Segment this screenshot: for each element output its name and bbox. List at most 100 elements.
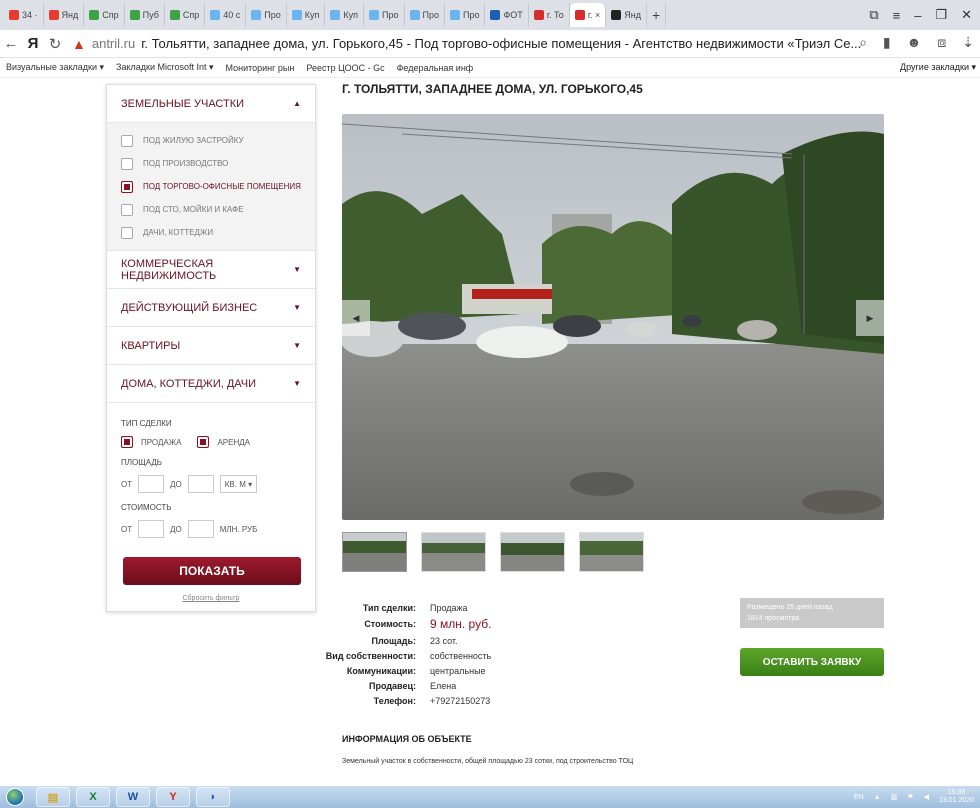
show-button[interactable]: ПОКАЗАТЬ [123, 557, 301, 585]
sale-checkbox[interactable] [121, 436, 133, 448]
volume-icon[interactable]: ◀ [924, 793, 929, 801]
minimize-icon[interactable]: – [914, 8, 921, 23]
category-section-header[interactable]: КОММЕРЧЕСКАЯ НЕДВИЖИМОСТЬ ▼ [107, 251, 315, 289]
word-taskbar-icon[interactable]: W [116, 787, 150, 807]
bookmark-item[interactable]: Визуальные закладки ▾ [6, 62, 104, 73]
browser-tab[interactable]: Янд [44, 3, 85, 27]
yandex-browser-taskbar-icon[interactable]: Y [156, 787, 190, 807]
land-option-checkbox[interactable] [121, 226, 133, 239]
land-option-checkbox[interactable] [121, 203, 133, 216]
thumbnail-1[interactable] [342, 532, 407, 572]
cost-from-input[interactable] [138, 520, 165, 538]
tab-favicon-icon [9, 10, 19, 20]
land-options: ПОД ЖИЛУЮ ЗАСТРОЙКУ ПОД ПРОИЗВОДСТВО ПОД Т… [107, 123, 315, 251]
tab-favicon-icon [449, 10, 460, 20]
land-option-checkbox[interactable] [121, 180, 133, 193]
land-option-checkbox[interactable] [121, 157, 133, 170]
download-icon[interactable]: ⇣ [962, 34, 974, 51]
address-bar-row: ← Я ↻ ▲ antril.ru г. Тольятти, западнее … [0, 30, 980, 58]
browser-tab[interactable]: Куп [325, 3, 365, 27]
language-indicator[interactable]: EN [854, 794, 864, 801]
land-option[interactable]: ПОД ПРОИЗВОДСТВО [121, 152, 301, 175]
browser-tab[interactable]: ФОТ [485, 3, 529, 27]
spec-value: собственность [430, 650, 492, 661]
browser-tab[interactable]: 34 · [4, 3, 44, 27]
bookmark-item[interactable]: Закладки Microsoft Int ▾ [116, 62, 213, 73]
yandex-logo-icon[interactable]: Я [22, 35, 44, 52]
thumbnail-4[interactable] [579, 532, 644, 572]
new-tab-button[interactable]: + [647, 3, 667, 27]
browser-tab[interactable]: Куп [287, 3, 326, 27]
restore-icon[interactable]: ❐ [935, 7, 947, 23]
messenger-taskbar-icon[interactable]: ◗ [196, 787, 230, 807]
thumbnail-3[interactable] [500, 532, 565, 572]
browser-tab[interactable]: г. То [529, 3, 570, 27]
land-option[interactable]: ПОД ТОРГОВО-ОФИСНЫЕ ПОМЕЩЕНИЯ [121, 175, 301, 198]
area-from-input[interactable] [138, 475, 165, 493]
photo-prev-arrow[interactable]: ◀ [342, 300, 370, 336]
tray-arrow-icon[interactable]: ▲ [874, 794, 881, 801]
extension-icon[interactable]: ☻ [907, 34, 922, 51]
browser-tab[interactable]: Спр [84, 3, 125, 27]
explorer-taskbar-icon[interactable]: ▤ [36, 787, 70, 807]
tab-label: ФОТ [503, 10, 523, 20]
reset-filter-link[interactable]: Сбросить фильтр [107, 595, 315, 602]
flag-icon[interactable]: ⚑ [907, 793, 913, 801]
warning-icon[interactable]: ▲ [72, 36, 86, 52]
network-icon[interactable]: ▥ [891, 793, 898, 801]
browser-tab[interactable]: Янд [606, 3, 647, 27]
spec-row: Площадь: 23 сот. [312, 633, 491, 648]
window-controls: ⧉ ≡ – ❐ ✕ [869, 0, 980, 30]
browser-tab[interactable]: г. × [569, 3, 607, 27]
category-section-header[interactable]: ДЕЙСТВУЮЩИЙ БИЗНЕС ▼ [107, 289, 315, 327]
area-unit-select[interactable]: КВ. М ▾ [219, 475, 258, 493]
land-option[interactable]: ПОД ЖИЛУЮ ЗАСТРОЙКУ [121, 129, 301, 152]
caret-up-icon: ▲ [293, 99, 301, 108]
reload-icon[interactable]: ↻ [44, 35, 66, 53]
photo-next-arrow[interactable]: ▶ [856, 300, 884, 336]
thumbnail-2[interactable] [421, 532, 486, 572]
leave-request-button[interactable]: ОСТАВИТЬ ЗАЯВКУ [740, 648, 884, 676]
sale-label: ПРОДАЖА [141, 437, 182, 447]
address-field[interactable]: ▲ antril.ru г. Тольятти, западнее дома, … [72, 36, 872, 52]
start-button[interactable] [0, 786, 30, 808]
land-option[interactable]: ПОД СТО, МОЙКИ И КАФЕ [121, 198, 301, 221]
bookmark-item[interactable]: Реестр ЦООС - Gc [306, 63, 384, 73]
translate-icon[interactable]: ⧈ [937, 34, 946, 51]
bookmark-item[interactable]: Мониторинг рын [226, 63, 295, 73]
tab-list-icon[interactable]: ⧉ [869, 7, 878, 23]
category-section-header[interactable]: ДОМА, КОТТЕДЖИ, ДАЧИ ▼ [107, 365, 315, 403]
browser-tab[interactable]: Пуб [125, 3, 165, 27]
notifications-icon[interactable]: ≡ [893, 8, 901, 23]
tab-label: Про [382, 10, 399, 20]
excel-taskbar-icon[interactable]: X [76, 787, 110, 807]
category-section-title: КВАРТИРЫ [121, 339, 181, 352]
area-to-input[interactable] [187, 475, 214, 493]
rent-checkbox[interactable] [197, 436, 210, 448]
browser-tab[interactable]: Про [364, 3, 405, 27]
spec-row: Продавец: Елена [312, 678, 491, 693]
search-icon[interactable]: ⌕ [859, 34, 867, 51]
land-option-checkbox[interactable] [121, 134, 133, 147]
other-bookmarks[interactable]: Другие закладки ▾ [900, 62, 976, 73]
bookmark-item[interactable]: Федеральная инф [397, 63, 474, 73]
clock[interactable]: 15:39 13.01.2020 [939, 789, 974, 805]
category-section-header[interactable]: КВАРТИРЫ ▼ [107, 327, 315, 365]
browser-tab[interactable]: Про [445, 3, 486, 27]
cost-to-input[interactable] [187, 520, 214, 538]
bookmark-icon[interactable]: ▮ [883, 34, 891, 51]
price-value: 9 млн. руб. [430, 617, 492, 631]
land-option-label: ДАЧИ, КОТТЕДЖИ [143, 228, 214, 237]
browser-tab[interactable]: Спр [165, 3, 206, 27]
land-option[interactable]: ДАЧИ, КОТТЕДЖИ [121, 221, 301, 244]
browser-tab[interactable]: Про [246, 3, 287, 27]
land-section-header[interactable]: ЗЕМЕЛЬНЫЕ УЧАСТКИ ▲ [107, 85, 315, 123]
tab-favicon-icon [210, 10, 221, 20]
close-icon[interactable]: ✕ [961, 7, 972, 23]
tab-label: Куп [343, 10, 359, 20]
filter-form: ТИП СДЕЛКИ ПРОДАЖА АРЕНДА ПЛОЩАДЬ ОТ ДО … [107, 403, 315, 558]
browser-tab[interactable]: 40 с [205, 3, 247, 27]
back-icon[interactable]: ← [0, 35, 22, 52]
browser-tab[interactable]: Про [405, 3, 445, 27]
land-option-label: ПОД ТОРГОВО-ОФИСНЫЕ ПОМЕЩЕНИЯ [143, 182, 301, 191]
